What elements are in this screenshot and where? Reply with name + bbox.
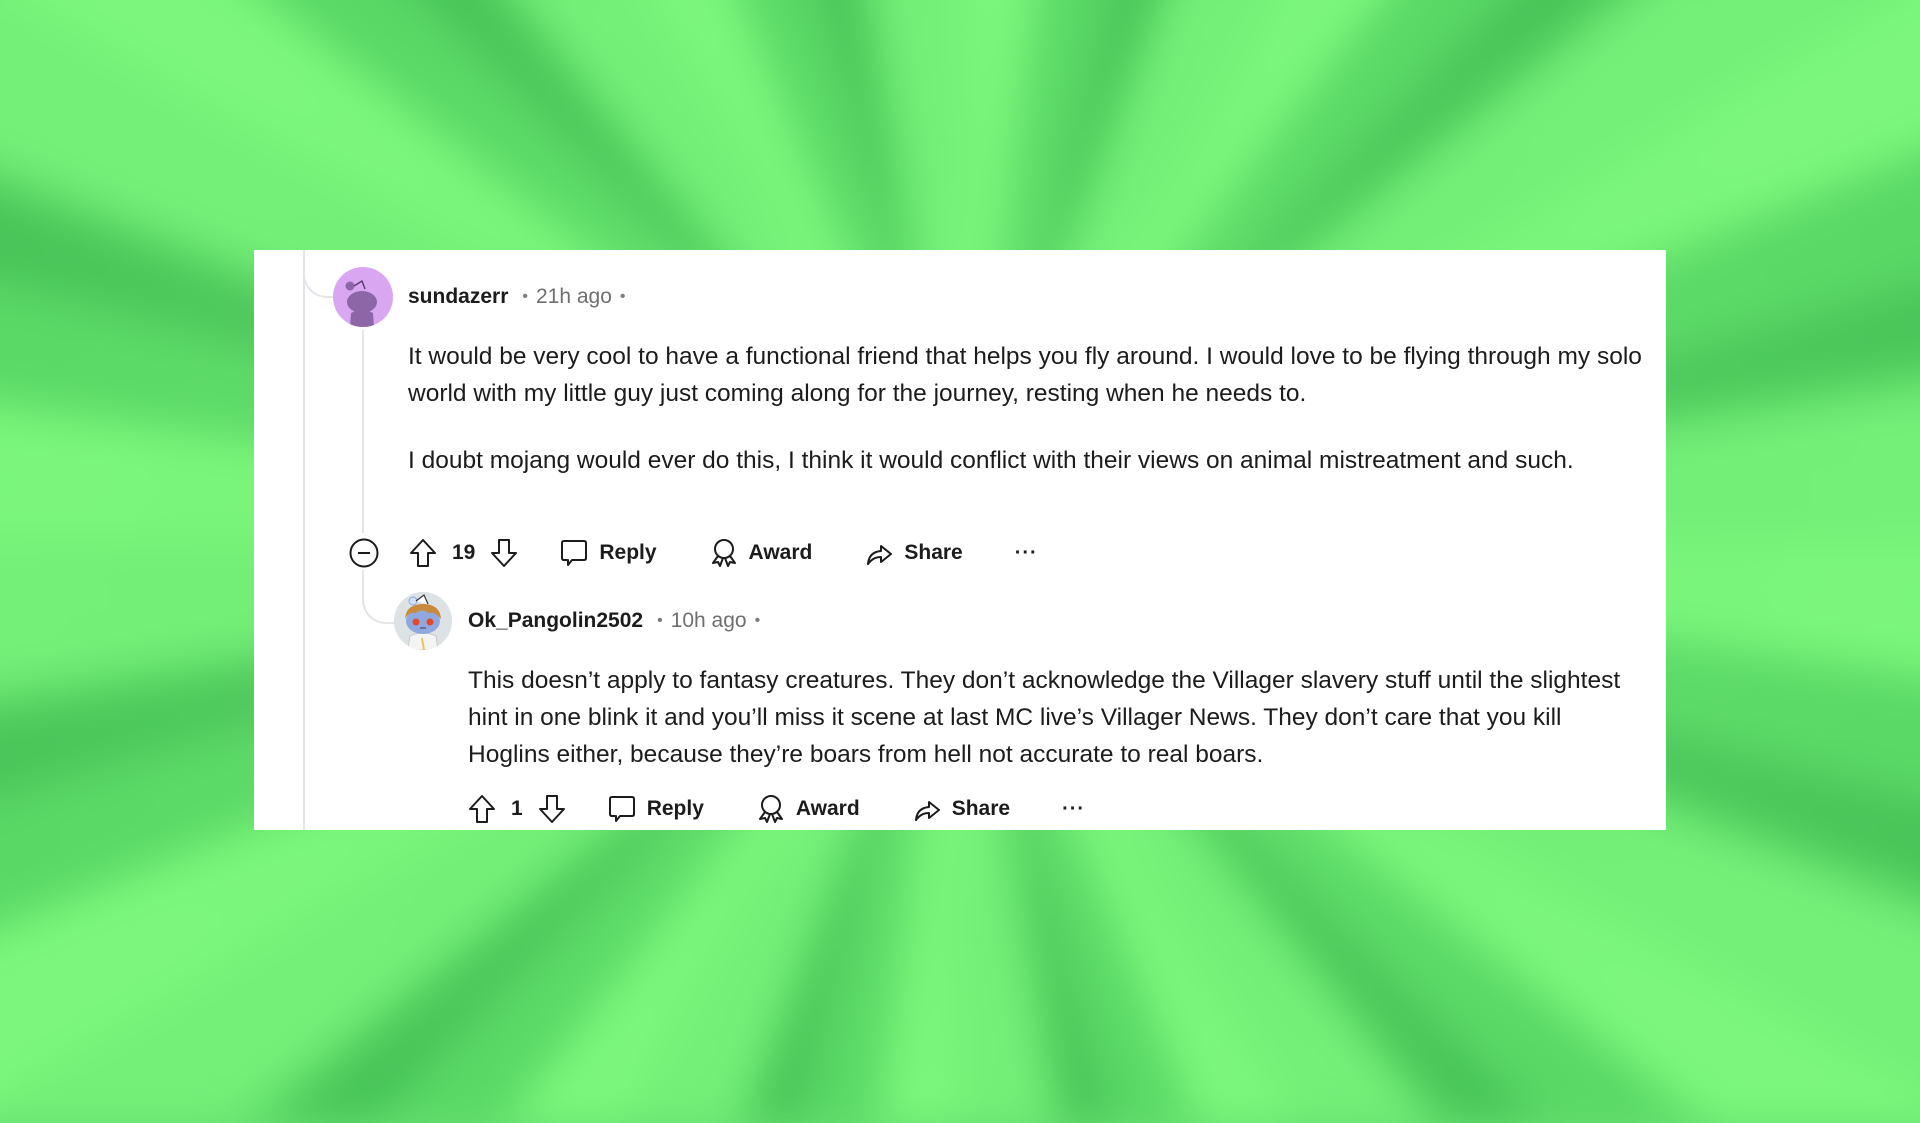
thread-connector-1 [303,250,335,298]
award-button[interactable]: Award [709,537,813,569]
upvote-arrow-icon [410,539,436,567]
vote-count: 1 [511,797,523,820]
award-label: Award [748,541,813,564]
username-link[interactable]: sundazerr [408,285,508,309]
comment-action-bar: 19 Reply Award Share ··· [348,535,1038,571]
reply-label: Reply [646,797,704,820]
parent-thread-line[interactable] [303,250,305,830]
comment-paragraph: This doesn’t apply to fantasy creatures.… [468,667,1621,768]
downvote-button[interactable] [489,537,519,569]
downvote-arrow-icon [538,795,565,823]
collapse-button[interactable] [348,537,380,569]
comment-paragraph: I doubt mojang would ever do this, I thi… [408,447,1574,474]
reply-label: Reply [599,541,657,564]
comment-paragraph: It would be very cool to have a function… [408,343,1642,407]
avatar-sundazerr[interactable] [333,267,393,327]
more-options-button[interactable]: ··· [1015,542,1038,565]
reply-button[interactable]: Reply [559,537,657,569]
award-button[interactable]: Award [756,793,860,825]
separator-dot: • [754,612,761,629]
share-button[interactable]: Share [864,537,963,569]
downvote-button[interactable] [537,793,567,825]
ellipsis-icon: ··· [1062,797,1086,820]
snoo-avatar-custom-icon [394,592,452,650]
reply-speech-bubble-icon [608,796,635,822]
share-arrow-icon [914,801,940,821]
comment-thread-line[interactable] [362,330,364,533]
separator-dot: • [657,612,663,629]
award-ribbon-icon [758,795,783,823]
share-label: Share [951,797,1011,820]
downvote-arrow-icon [491,539,518,567]
timestamp[interactable]: 10h ago [671,609,747,633]
upvote-button[interactable] [467,793,497,825]
separator-dot: • [619,288,626,305]
username-link[interactable]: Ok_Pangolin2502 [468,609,643,633]
separator-dot: • [522,288,528,305]
reply-speech-bubble-icon [561,540,588,566]
more-options-button[interactable]: ··· [1062,798,1085,821]
collapse-minus-circle-icon [349,538,379,568]
award-ribbon-icon [711,539,736,567]
comment-body: It would be very cool to have a function… [408,338,1648,479]
reply-action-bar: 1 Reply Award Share ··· [467,791,1085,827]
timestamp[interactable]: 21h ago [536,285,612,309]
share-arrow-icon [867,545,893,565]
award-label: Award [795,797,860,820]
reply-button[interactable]: Reply [607,793,704,825]
avatar-ok-pangolin2502[interactable] [394,592,452,650]
comment-thread-card: sundazerr • 21h ago • It would be very c… [254,250,1666,830]
ellipsis-icon: ··· [1014,541,1038,564]
reply-meta: Ok_Pangolin2502 • 10h ago • [468,606,760,636]
upvote-arrow-icon [469,795,495,823]
vote-count: 19 [452,541,476,564]
comment-meta: sundazerr • 21h ago • [408,282,626,312]
share-button[interactable]: Share [912,793,1010,825]
upvote-button[interactable] [408,537,438,569]
share-label: Share [904,541,963,564]
snoo-avatar-icon [345,279,377,327]
reply-body: This doesn’t apply to fantasy creatures.… [468,662,1648,773]
